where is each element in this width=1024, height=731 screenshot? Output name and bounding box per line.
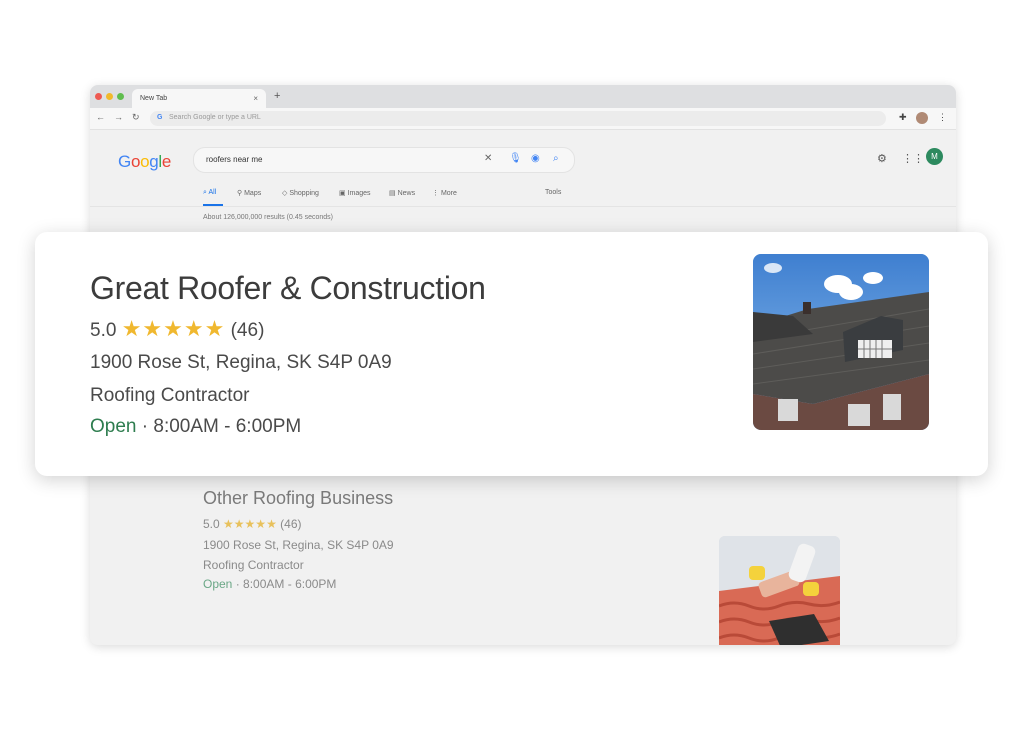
search-query[interactable]: roofers near me xyxy=(206,155,262,164)
tab-label: Shopping xyxy=(289,190,319,197)
house-roof-photo[interactable] xyxy=(753,254,929,430)
extensions-puzzle-icon[interactable]: ✚ xyxy=(899,112,907,123)
microphone-icon[interactable]: 🎙︎ xyxy=(509,153,522,164)
logo-letter: o xyxy=(140,152,150,171)
separator-dot: · xyxy=(235,577,240,591)
business-name[interactable]: Other Roofing Business xyxy=(203,488,393,509)
open-status: Open xyxy=(90,416,137,437)
more-dots-icon: ⋮ xyxy=(432,190,439,197)
back-arrow-icon[interactable]: ← xyxy=(96,112,105,122)
search-box[interactable]: roofers near me ✕ 🎙︎ ◉ ⌕ xyxy=(193,147,575,173)
profile-avatar-icon[interactable] xyxy=(916,112,928,124)
user-avatar[interactable]: M xyxy=(926,148,943,165)
apps-grid-icon[interactable]: ⋮⋮ xyxy=(902,152,924,165)
review-count[interactable]: (46) xyxy=(280,517,301,531)
search-icon[interactable]: ⌕ xyxy=(553,153,559,164)
image-icon: ▣ xyxy=(339,190,346,197)
star-rating-icon: ★★★★★ xyxy=(223,517,277,531)
rating-row: 5.0 ★★★★★ (46) xyxy=(90,316,264,342)
browser-toolbar: ← → ↻ G Search Google or type a URL ✚ ⋮ xyxy=(90,108,956,130)
open-status: Open xyxy=(203,577,233,591)
tab-close-icon[interactable]: × xyxy=(253,94,258,103)
logo-letter: G xyxy=(118,152,131,171)
roof-tile-image xyxy=(719,536,840,645)
search-tab-icon: ⌕ xyxy=(203,189,207,196)
map-pin-icon: ⚲ xyxy=(237,190,243,197)
logo-letter: o xyxy=(130,152,141,171)
star-rating-icon: ★★★★★ xyxy=(121,316,226,341)
featured-business-card[interactable]: Great Roofer & Construction 5.0 ★★★★★ (4… xyxy=(35,232,988,476)
tab-label: News xyxy=(397,190,416,197)
browser-menu-icon[interactable]: ⋮ xyxy=(938,112,947,123)
tools-button[interactable]: Tools xyxy=(545,189,561,196)
address-bar[interactable]: G Search Google or type a URL xyxy=(150,111,886,126)
rating-value: 5.0 xyxy=(90,320,117,341)
rating-row: 5.0 ★★★★★ (46) xyxy=(203,517,302,531)
business-address: 1900 Rose St, Regina, SK S4P 0A9 xyxy=(203,538,394,552)
google-g-icon: G xyxy=(157,114,163,121)
google-logo[interactable]: Google xyxy=(118,152,171,172)
tab-strip: New Tab × + xyxy=(90,85,956,108)
tabs-divider xyxy=(90,206,956,207)
tag-icon: ◇ xyxy=(282,190,288,197)
maximize-window-dot[interactable] xyxy=(117,93,124,100)
result-stats: About 126,000,000 results (0.45 seconds) xyxy=(203,214,333,221)
minimize-window-dot[interactable] xyxy=(106,93,113,100)
tab-all[interactable]: ⌕ All xyxy=(203,189,216,197)
new-tab-button[interactable]: + xyxy=(274,90,280,102)
tab-label: More xyxy=(440,190,457,197)
business-hours: 8:00AM - 6:00PM xyxy=(153,416,302,437)
browser-tab[interactable]: New Tab × xyxy=(132,89,266,108)
tab-label: Images xyxy=(347,190,371,197)
tab-more[interactable]: ⋮ More xyxy=(432,189,457,197)
news-icon: ▤ xyxy=(389,190,396,197)
address-placeholder: Search Google or type a URL xyxy=(169,114,261,121)
rating-value: 5.0 xyxy=(203,517,220,531)
business-hours: 8:00AM - 6:00PM xyxy=(243,577,337,591)
hours-row: Open · 8:00AM - 6:00PM xyxy=(90,416,301,438)
review-count[interactable]: (46) xyxy=(231,320,265,341)
roof-house-image xyxy=(753,254,929,430)
business-category: Roofing Contractor xyxy=(203,558,304,572)
tab-maps[interactable]: ⚲ Maps xyxy=(237,189,261,197)
tab-title: New Tab xyxy=(140,95,168,102)
settings-gear-icon[interactable]: ⚙ xyxy=(877,152,887,165)
hours-row: Open · 8:00AM - 6:00PM xyxy=(203,577,336,591)
forward-arrow-icon[interactable]: → xyxy=(114,112,123,122)
clear-icon[interactable]: ✕ xyxy=(484,153,492,164)
logo-letter: e xyxy=(161,152,172,171)
business-category: Roofing Contractor xyxy=(90,385,250,406)
business-address: 1900 Rose St, Regina, SK S4P 0A9 xyxy=(90,352,392,373)
reload-icon[interactable]: ↻ xyxy=(132,112,140,123)
tab-images[interactable]: ▣ Images xyxy=(339,189,371,197)
tab-news[interactable]: ▤ News xyxy=(389,189,415,197)
tab-shopping[interactable]: ◇ Shopping xyxy=(282,189,319,197)
business-name[interactable]: Great Roofer & Construction xyxy=(90,270,486,307)
separator-dot: · xyxy=(141,416,149,437)
close-window-dot[interactable] xyxy=(95,93,102,100)
tab-label: Maps xyxy=(244,190,262,197)
tab-label: All xyxy=(208,189,217,196)
lens-camera-icon[interactable]: ◉ xyxy=(531,153,540,164)
roofing-tile-photo[interactable] xyxy=(719,536,840,645)
